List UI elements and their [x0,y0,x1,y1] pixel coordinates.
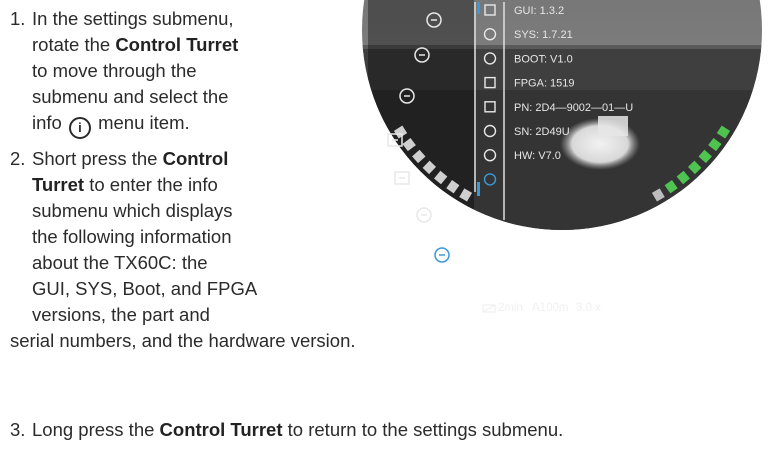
gear-icon [434,247,450,263]
info-row-text: GUI: 1.3.2 [514,5,564,17]
step-text: submenu which displays [32,200,233,221]
step-text: versions, the part and [32,304,210,325]
control-turret-label: Control [162,148,229,169]
info-row-text: BOOT: V1.0 [514,53,573,65]
step-line: the following information [32,224,232,250]
step-text: GUI, SYS, Boot, and FPGA [32,278,258,299]
step-line: rotate the Control Turret [32,32,238,58]
screen-off-icon [482,304,496,313]
step-text: menu item. [92,112,190,133]
step-text: about the TX60C: the [32,252,208,273]
step-text: to enter the info [84,174,218,195]
step-line: Turret to enter the info [32,172,218,198]
info-row-text: PN: 2D4—9002—01—U [514,102,633,114]
control-turret-label: Control Turret [115,34,239,55]
step-number: 3. [10,419,26,440]
step-text: the following information [32,226,232,247]
step-text: Short press the [32,148,163,169]
status-zoom: 3.0 x [576,302,601,314]
step-text: rotate the [32,34,116,55]
step-line: Long press the Control Turret to return … [32,417,563,443]
step-line: Short press the Control [32,146,228,172]
control-turret-label: Control Turret [159,419,283,440]
info-icon: i [68,117,91,139]
step-line: serial numbers, and the hardware version… [10,328,356,354]
status-range: A100m [532,302,568,314]
step-line: versions, the part and [32,302,210,328]
step-line: In the settings submenu, [32,6,234,32]
step-text: In the settings submenu, [32,8,234,29]
step-line: GUI, SYS, Boot, and FPGA [32,276,257,302]
step-text: serial numbers, and the hardware version… [10,330,356,351]
info-row-text: HW: V7.0 [514,150,561,162]
scope-view-illustration: GUI: 1.3.2 SYS: 1.7.21 BOOT: V1.0 FPGA: 151… [362,0,762,314]
step-text: to move through the [32,60,197,81]
step-line: submenu and select the [32,84,228,110]
step-number: 1. [10,8,26,29]
step-line: submenu which displays [32,198,233,224]
step-text: Long press the [32,419,160,440]
compass-icon [416,207,432,223]
step-line: info i menu item. [32,110,190,139]
step-line: to move through the [32,58,197,84]
step-text: submenu and select the [32,86,229,107]
step-line: about the TX60C: the [32,250,208,276]
step-text: info [32,112,67,133]
info-row-text: SYS: 1.7.21 [514,29,573,41]
plus-box-icon [394,171,410,185]
control-turret-label: Turret [32,174,85,195]
status-timer: 2min [498,302,523,314]
step-text: to return to the settings submenu. [282,419,564,440]
info-row-text: FPGA: 1519 [514,78,575,90]
info-row-text: SN: 2D49U [514,126,570,138]
step-number: 2. [10,148,26,169]
